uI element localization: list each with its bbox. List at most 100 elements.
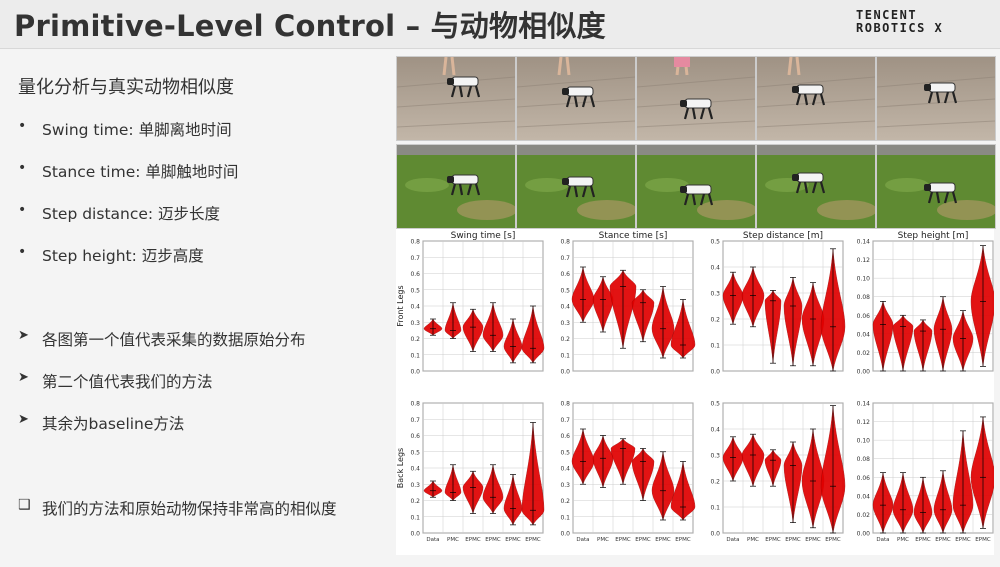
robot-photo-outdoor-grass [756,144,876,229]
conclusion: ❑ 我们的方法和原始动物保持非常高的相似度 [18,497,337,519]
y-axis-label: Back Legs [396,448,405,488]
y-tick-label: 0.6 [410,433,420,440]
x-tick-label: Data [576,537,589,543]
robot-photo-indoor-floor [516,56,636,141]
bullet-icon: • [18,244,27,260]
y-tick-label: 0.3 [410,320,420,327]
y-tick-label: 0.4 [710,427,720,434]
list-item: ➤ 各图第一个值代表采集的数据原始分布 [18,328,306,370]
metric-step-distance: Step distance: 迈步长度 [42,205,221,223]
x-tick-label: EPMC [505,537,521,543]
x-tick-label: EPMC [525,537,541,543]
y-tick-label: 0.14 [857,401,871,408]
x-tick-label: EPMC [915,537,931,543]
violin-chart-2: 0.0 0.1 0.2 0.3 0.4 0.5 Step distance [m] [710,231,846,376]
chart-title: Swing time [s] [451,231,516,241]
y-tick-label: 0.04 [857,493,871,500]
list-item: • Stance time: 单脚触地时间 [18,160,238,202]
bullet-icon: • [18,118,27,134]
list-item: • Swing time: 单脚离地时间 [18,118,238,160]
x-tick-label: EPMC [655,537,671,543]
x-tick-label: Data [876,537,889,543]
x-tick-label: EPMC [935,537,951,543]
x-tick-label: EPMC [465,537,481,543]
tencent-robotics-logo: TENCENT ROBOTICS X [856,9,990,35]
y-tick-label: 0.1 [710,343,720,350]
metric-stance-time: Stance time: 单脚触地时间 [42,163,239,181]
y-tick-label: 0.3 [710,453,720,460]
y-tick-label: 0.1 [410,514,420,521]
arrow-icon: ➤ [18,370,29,385]
y-tick-label: 0.1 [410,352,420,359]
y-tick-label: 0.3 [410,482,420,489]
robot-photo-outdoor-grass [396,144,516,229]
y-tick-label: 0.00 [857,369,871,376]
y-tick-label: 0.02 [857,350,871,357]
x-tick-label: EPMC [975,537,991,543]
violin-plots-svg: 0.0 0.1 0.2 0.3 0.4 0.5 0.6 0.7 0.8 Swing time [s… [396,231,994,543]
arrow-icon: ➤ [18,328,29,343]
y-tick-label: 0.4 [560,304,570,311]
y-tick-label: 0.2 [410,336,420,343]
robot-photo-grid [396,56,996,229]
slide-header: Primitive-Level Control – 与动物相似度 TENCENT… [0,0,1000,49]
x-tick-label: EPMC [765,537,781,543]
y-tick-label: 0.0 [560,369,570,376]
y-tick-label: 0.5 [410,449,420,456]
y-tick-label: 0.12 [857,419,871,426]
y-tick-label: 0.4 [410,304,420,311]
robot-photo-indoor-floor [636,56,756,141]
y-tick-label: 0.8 [560,401,570,408]
x-tick-label: PMC [897,537,909,543]
y-tick-label: 0.7 [410,417,420,424]
violin-chart-3: 0.00 0.02 0.04 0.06 0.08 0.10 0.12 0.14 Step hei… [857,231,994,376]
y-tick-label: 0.1 [710,505,720,512]
y-tick-label: 0.7 [560,417,570,424]
x-tick-label: PMC [447,537,459,543]
y-tick-label: 0.2 [710,479,720,486]
arrow-icon: ➤ [18,412,29,427]
y-tick-label: 0.10 [857,438,871,445]
y-tick-label: 0.00 [857,531,871,538]
x-tick-label: EPMC [615,537,631,543]
y-tick-label: 0.1 [560,352,570,359]
y-tick-label: 0.08 [857,294,871,301]
y-tick-label: 0.5 [560,449,570,456]
y-tick-label: 0.4 [410,466,420,473]
y-tick-label: 0.4 [710,265,720,272]
robot-photo-outdoor-grass [876,144,996,229]
chart-title: Step distance [m] [743,231,823,241]
y-tick-label: 0.6 [410,271,420,278]
x-tick-label: Data [426,537,439,543]
metric-swing-time: Swing time: 单脚离地时间 [42,121,232,139]
conclusion-text: 我们的方法和原始动物保持非常高的相似度 [42,500,337,518]
y-tick-label: 0.3 [560,320,570,327]
y-tick-label: 0.6 [560,271,570,278]
y-tick-label: 0.3 [710,291,720,298]
violin-chart-1: 0.0 0.1 0.2 0.3 0.4 0.5 0.6 0.7 0.8 Stance time [… [560,231,696,376]
y-tick-label: 0.4 [560,466,570,473]
y-tick-label: 0.2 [710,317,720,324]
robot-photo-indoor-floor [396,56,516,141]
chart-title: Step height [m] [898,231,969,241]
violin-chart-7: 0.00 0.02 0.04 0.06 0.08 0.10 0.12 0.14 Data PMC E… [857,401,994,543]
x-tick-label: EPMC [635,537,651,543]
y-tick-label: 0.04 [857,331,871,338]
y-tick-label: 0.5 [710,239,720,246]
list-item: ➤ 其余为baseline方法 [18,412,306,454]
note-text: 各图第一个值代表采集的数据原始分布 [42,331,306,349]
y-tick-label: 0.5 [560,287,570,294]
robot-photo-outdoor-grass [636,144,756,229]
y-tick-label: 0.0 [710,531,720,538]
y-tick-label: 0.06 [857,313,871,320]
note-text: 第二个值代表我们的方法 [42,373,213,391]
list-item: ➤ 第二个值代表我们的方法 [18,370,306,412]
y-tick-label: 0.8 [410,401,420,408]
y-axis-label: Front Legs [396,285,405,326]
list-item: • Step distance: 迈步长度 [18,202,238,244]
violin-chart-5: 0.0 0.1 0.2 0.3 0.4 0.5 0.6 0.7 0.8 Data PMC EPMC EP… [560,401,696,543]
checkbox-icon: ❑ [18,497,31,513]
y-tick-label: 0.5 [410,287,420,294]
metric-list: • Swing time: 单脚离地时间 • Stance time: 单脚触地时间… [18,118,238,286]
list-item: • Step height: 迈步高度 [18,244,238,286]
